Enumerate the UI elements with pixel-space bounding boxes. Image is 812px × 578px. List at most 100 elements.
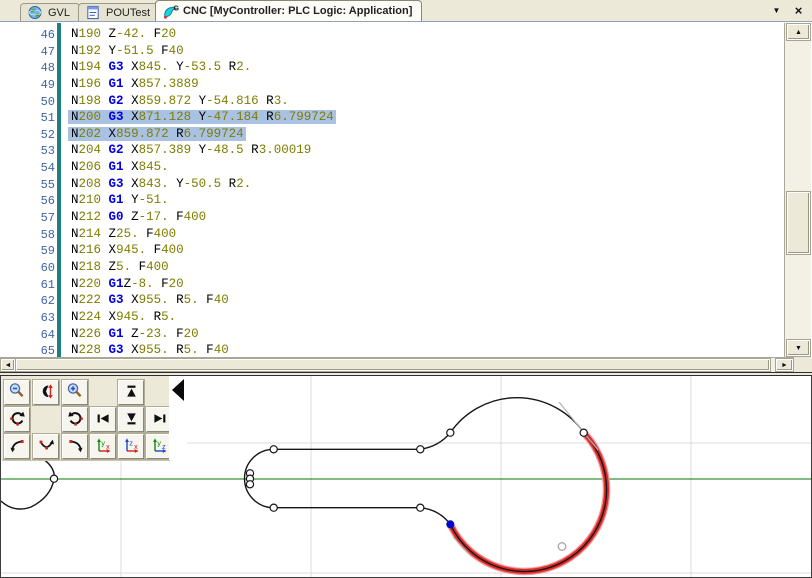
line-number: 61: [0, 278, 55, 292]
tab-cnc[interactable]: G CNC [MyController: PLC Logic: Applicat…: [155, 0, 422, 21]
tab-label: GVL: [48, 7, 70, 19]
line-number: 51: [0, 111, 55, 125]
rotate-left-icon: [9, 410, 26, 430]
vertical-scrollbar[interactable]: ▲ ▼: [784, 23, 811, 357]
line-number: 63: [0, 311, 55, 325]
code-line[interactable]: 57 N212 G0 Z-17. F400: [0, 210, 784, 227]
collapse-toolbar-icon[interactable]: [172, 379, 184, 401]
path-node: [447, 429, 454, 436]
code-line[interactable]: 54N206 G1 X845.: [0, 160, 784, 177]
tab-label: POUTest: [106, 7, 150, 19]
code-text: N216 X945. F400: [71, 243, 184, 257]
cnc-path-viewer[interactable]: yxzxyz: [0, 376, 812, 578]
move-left-button[interactable]: [90, 407, 116, 432]
toolpath-segment: [450, 398, 583, 433]
code-text: N212 G0 Z-17. F400: [71, 210, 206, 224]
code-line[interactable]: 52 N202 X859.872 R6.799724: [0, 127, 784, 144]
move-right-icon: [151, 410, 168, 430]
tab-gvl[interactable]: GVL: [20, 3, 80, 21]
code-line[interactable]: 60N218 Z5. F400: [0, 260, 784, 277]
code-line[interactable]: 53N204 G2 X857.389 Y-48.5 R3.00019: [0, 143, 784, 160]
code-text: N220 G1Z-8. F20: [71, 277, 184, 291]
selection-highlight: N202 X859.872 R6.799724: [68, 127, 246, 141]
scroll-left-icon[interactable]: ◄: [1, 359, 15, 371]
code-text: N196 G1 X857.3889: [71, 77, 199, 91]
path-node: [270, 446, 277, 453]
path-node: [417, 504, 424, 511]
code-line[interactable]: 55 N208 G3 X843. Y-50.5 R2.: [0, 177, 784, 194]
cnc-code-editor[interactable]: 46 N190 Z-42. F20 47N192 Y-51.5 F4048N194 …: [0, 23, 784, 357]
arc-start-point-icon: [9, 437, 26, 457]
code-text: N218 Z5. F400: [71, 260, 169, 274]
arc-start-point-button[interactable]: [4, 434, 30, 459]
scroll-down-icon[interactable]: ▼: [787, 340, 810, 356]
path-node: [50, 475, 57, 482]
scrollbar-corner: [794, 357, 812, 372]
line-number: 65: [0, 344, 55, 357]
viewer-toolbar: yxzxyz: [1, 376, 169, 460]
line-number: 64: [0, 328, 55, 342]
tab-poutest[interactable]: POUTest: [78, 3, 160, 21]
zoom-out-button[interactable]: [4, 380, 30, 405]
close-icon[interactable]: ×: [791, 3, 806, 18]
code-text: N224 X945. R5.: [71, 310, 176, 324]
code-line[interactable]: 64N226 G1 Z-23. F20: [0, 327, 784, 344]
scroll-up-icon[interactable]: ▲: [787, 24, 810, 40]
code-text: N190 Z-42. F20: [71, 27, 176, 41]
code-text: N198 G2 X859.872 Y-54.816 R3.: [71, 94, 289, 108]
line-number: 47: [0, 45, 55, 59]
rotate-left-button[interactable]: [4, 407, 30, 432]
path-node: [270, 504, 277, 511]
vertical-scroll-thumb[interactable]: [787, 192, 810, 254]
line-number: 46: [0, 28, 55, 42]
code-line[interactable]: 65 N228 G3 X955. R5. F40: [0, 343, 784, 357]
path-node: [580, 429, 587, 436]
arc-direction-icon: [38, 437, 55, 457]
zoom-in-button[interactable]: [62, 380, 88, 405]
view-yz-plane-icon: yz: [151, 437, 168, 457]
horizontal-scroll-thumb[interactable]: [16, 359, 770, 371]
code-line[interactable]: 61 N220 G1Z-8. F20: [0, 277, 784, 294]
code-text: N208 G3 X843. Y-50.5 R2.: [71, 177, 251, 191]
code-line[interactable]: 62N222 G3 X955. R5. F40: [0, 293, 784, 310]
arc-direction-button[interactable]: [33, 434, 59, 459]
zoom-in-icon: [66, 382, 84, 403]
svg-text:G: G: [174, 5, 180, 12]
line-number: 52: [0, 128, 55, 142]
fit-view-button[interactable]: [33, 380, 59, 405]
move-left-icon: [95, 410, 112, 430]
view-zx-plane-icon: zx: [123, 437, 140, 457]
move-down-button[interactable]: [118, 407, 144, 432]
rotate-right-button[interactable]: [62, 407, 88, 432]
line-number: 53: [0, 144, 55, 158]
arc-end-point-icon: [67, 437, 84, 457]
view-zx-plane-button[interactable]: zx: [118, 434, 144, 459]
code-line[interactable]: 56N210 G1 Y-51.: [0, 193, 784, 210]
code-line[interactable]: 46 N190 Z-42. F20: [0, 27, 784, 44]
tab-list-dropdown-icon[interactable]: ▼: [769, 3, 784, 18]
editor-margin-bar: [57, 23, 61, 357]
toolpath-segment: [420, 508, 450, 525]
code-line[interactable]: 48N194 G3 X845. Y-53.5 R2.: [0, 60, 784, 77]
arc-end-point-button[interactable]: [62, 434, 88, 459]
code-line[interactable]: 47N192 Y-51.5 F40: [0, 44, 784, 61]
line-number: 57: [0, 211, 55, 225]
code-text: N200 G3 X871.128 Y-47.184 R6.799724: [71, 110, 336, 124]
code-line[interactable]: 49 N196 G1 X857.3889: [0, 77, 784, 94]
globe-icon: [27, 5, 44, 20]
scroll-right-icon[interactable]: ►: [776, 359, 793, 371]
path-node: [246, 481, 253, 488]
view-yx-plane-button[interactable]: yx: [90, 434, 116, 459]
zoom-out-icon: [8, 382, 26, 403]
code-line[interactable]: 63 N224 X945. R5.: [0, 310, 784, 327]
line-number: 55: [0, 178, 55, 192]
move-up-icon: [123, 383, 140, 403]
line-number: 49: [0, 78, 55, 92]
move-up-button[interactable]: [118, 380, 144, 405]
code-line[interactable]: 59N216 X945. F400: [0, 243, 784, 260]
code-line[interactable]: 51 N200 G3 X871.128 Y-47.184 R6.799724: [0, 110, 784, 127]
code-line[interactable]: 50N198 G2 X859.872 Y-54.816 R3.: [0, 94, 784, 111]
code-line[interactable]: 58N214 Z25. F400: [0, 227, 784, 244]
code-text: N228 G3 X955. R5. F40: [71, 343, 229, 357]
horizontal-scrollbar[interactable]: ◄ ►: [0, 357, 812, 372]
